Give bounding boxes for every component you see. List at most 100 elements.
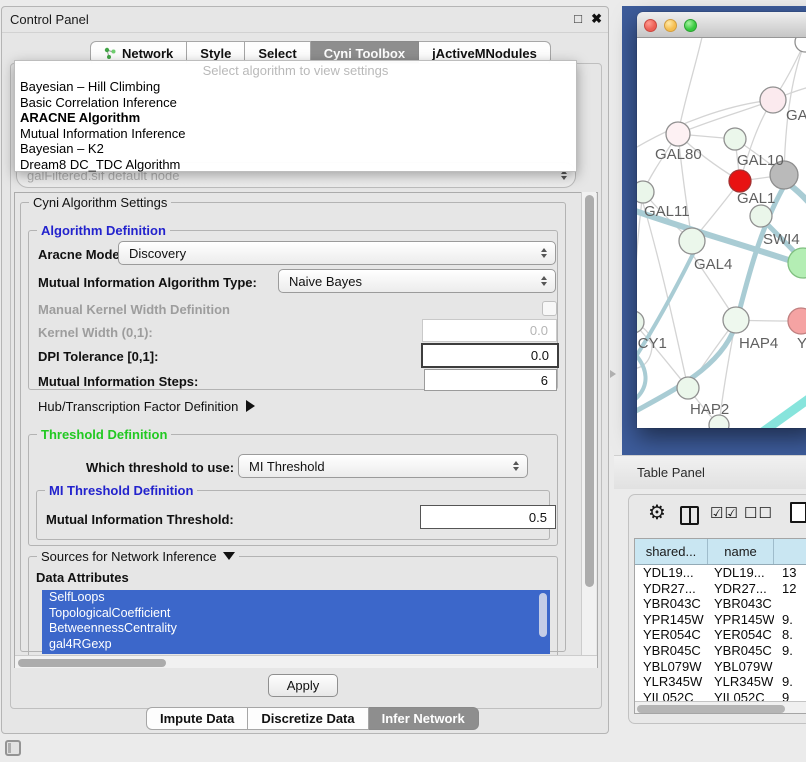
node-gal10[interactable] xyxy=(724,128,746,150)
node-gal-pink[interactable] xyxy=(760,87,786,113)
docked-panel-icon[interactable] xyxy=(5,740,21,756)
close-traffic-icon[interactable] xyxy=(644,19,657,32)
cell[interactable]: YPR145W xyxy=(635,612,708,628)
table-row[interactable]: YBR043CYBR043C xyxy=(635,596,806,612)
cell[interactable]: YDR27... xyxy=(635,581,708,597)
manual-kernel-width-checkbox[interactable] xyxy=(542,301,557,316)
mi-threshold-field[interactable]: 0.5 xyxy=(420,505,556,529)
list-scrollbar[interactable] xyxy=(539,593,547,637)
cell[interactable]: YDL19... xyxy=(708,565,774,581)
table-row[interactable]: YBR045CYBR045C9. xyxy=(635,643,806,659)
node-hap2[interactable] xyxy=(677,377,699,399)
column-header-name[interactable]: name xyxy=(708,539,774,564)
scrollbar-thumb[interactable] xyxy=(18,659,166,667)
scrollbar-thumb[interactable] xyxy=(637,705,785,713)
dpi-tolerance-field[interactable]: 0.0 xyxy=(421,343,559,368)
table-row[interactable]: YLR345WYLR345W9. xyxy=(635,674,806,690)
cell[interactable]: YBR045C xyxy=(635,643,708,659)
table-row[interactable]: YDR27...YDR27...12 xyxy=(635,581,806,597)
cell[interactable]: YIL052C xyxy=(708,690,774,701)
node-gal1-red[interactable] xyxy=(729,170,751,192)
cell[interactable]: 8. xyxy=(774,627,806,643)
which-threshold-combobox[interactable]: MI Threshold xyxy=(238,454,528,478)
cell[interactable]: YLR345W xyxy=(635,674,708,690)
cell[interactable] xyxy=(774,659,806,675)
list-item-selfloops[interactable]: SelfLoops xyxy=(42,590,550,606)
menu-item-bayesian-hill-climbing[interactable]: Bayesian – Hill Climbing xyxy=(15,79,576,95)
node-swi4[interactable] xyxy=(750,205,772,227)
node-partial-top[interactable] xyxy=(795,38,806,52)
zoom-traffic-icon[interactable] xyxy=(684,19,697,32)
mi-algorithm-type-combobox[interactable]: Naive Bayes xyxy=(278,269,556,293)
table-row[interactable]: YDL19...YDL19...13 xyxy=(635,565,806,581)
close-icon[interactable]: ✖ xyxy=(591,11,602,27)
node-gal4[interactable] xyxy=(679,228,705,254)
control-panel-title: Control Panel xyxy=(10,12,89,27)
menu-item-aracne[interactable]: ARACNE Algorithm xyxy=(15,110,576,126)
list-item-gal4rgexp[interactable]: gal4RGexp xyxy=(42,637,550,653)
table-row[interactable]: YIL052CYIL052C9 xyxy=(635,690,806,701)
select-all-icon[interactable]: ☑☑ xyxy=(710,504,739,522)
node-gcy1[interactable] xyxy=(637,311,644,333)
table-row[interactable]: YBL079WYBL079W xyxy=(635,659,806,675)
cell[interactable]: YBR043C xyxy=(635,596,708,612)
float-window-icon[interactable]: □ xyxy=(574,11,582,26)
settings-horizontal-scrollbar[interactable] xyxy=(15,655,597,668)
cell[interactable] xyxy=(774,596,806,612)
minimize-traffic-icon[interactable] xyxy=(664,19,677,32)
table-horizontal-scrollbar[interactable] xyxy=(635,701,806,714)
sources-group-title[interactable]: Sources for Network Inference xyxy=(37,549,239,564)
network-window-titlebar[interactable] xyxy=(637,12,806,38)
cell[interactable]: YBL079W xyxy=(635,659,708,675)
cell[interactable]: YIL052C xyxy=(635,690,708,701)
network-view-window[interactable]: GAL GAL80 GAL10 GAL1 GAL11 SWI4 GAL4 GCY… xyxy=(637,12,806,428)
menu-item-dream8[interactable]: Dream8 DC_TDC Algorithm xyxy=(15,157,576,173)
node-bright-green[interactable] xyxy=(788,248,806,278)
kernel-width-field[interactable]: 0.0 xyxy=(422,319,557,342)
table-row[interactable]: YER054CYER054C8. xyxy=(635,627,806,643)
cell[interactable]: YDL19... xyxy=(635,565,708,581)
aracne-mode-combobox[interactable]: Discovery xyxy=(118,241,556,265)
cell[interactable]: 9. xyxy=(774,612,806,628)
cell[interactable]: YER054C xyxy=(635,627,708,643)
tab-discretize-data[interactable]: Discretize Data xyxy=(248,707,368,730)
menu-item-mutual-information[interactable]: Mutual Information Inference xyxy=(15,126,576,142)
settings-vertical-scrollbar[interactable] xyxy=(581,192,596,655)
node-salmon[interactable] xyxy=(788,308,806,334)
data-attributes-list[interactable]: SelfLoops TopologicalCoefficient Between… xyxy=(42,590,550,654)
list-item-topologicalcoefficient[interactable]: TopologicalCoefficient xyxy=(42,606,550,622)
column-header-clipped[interactable] xyxy=(774,539,806,564)
tab-infer-network[interactable]: Infer Network xyxy=(369,707,479,730)
cell[interactable]: 9 xyxy=(774,690,806,701)
node-hap4[interactable] xyxy=(723,307,749,333)
network-canvas[interactable]: GAL GAL80 GAL10 GAL1 GAL11 SWI4 GAL4 GCY… xyxy=(637,38,806,428)
cell[interactable]: YDR27... xyxy=(708,581,774,597)
cell[interactable]: YLR345W xyxy=(708,674,774,690)
mi-steps-field[interactable]: 6 xyxy=(424,369,557,391)
cell[interactable]: YBL079W xyxy=(708,659,774,675)
deselect-all-icon[interactable]: ☐☐ xyxy=(744,504,773,522)
cell[interactable]: YER054C xyxy=(708,627,774,643)
splitter-collapse-icon[interactable] xyxy=(610,370,616,378)
list-item-betweennesscentrality[interactable]: BetweennessCentrality xyxy=(42,621,550,637)
cell[interactable]: YBR045C xyxy=(708,643,774,659)
hub-definition-toggle[interactable]: Hub/Transcription Factor Definition xyxy=(38,399,255,414)
menu-item-basic-correlation[interactable]: Basic Correlation Inference xyxy=(15,95,576,111)
cell[interactable]: 9. xyxy=(774,674,806,690)
cell[interactable]: YBR043C xyxy=(708,596,774,612)
scrollbar-thumb[interactable] xyxy=(585,195,594,587)
menu-item-bayesian-k2[interactable]: Bayesian – K2 xyxy=(15,141,576,157)
cell[interactable]: 13 xyxy=(774,565,806,581)
node-gal80[interactable] xyxy=(666,122,690,146)
cell[interactable]: 9. xyxy=(774,643,806,659)
node-gal11[interactable] xyxy=(637,181,654,203)
column-header-shared-name[interactable]: shared... xyxy=(635,539,708,564)
apply-button[interactable]: Apply xyxy=(268,674,338,697)
cell[interactable]: 12 xyxy=(774,581,806,597)
document-icon[interactable] xyxy=(790,502,806,523)
gear-icon[interactable]: ⚙ xyxy=(648,500,666,525)
cell[interactable]: YPR145W xyxy=(708,612,774,628)
tab-impute-data[interactable]: Impute Data xyxy=(146,707,248,730)
table-row[interactable]: YPR145WYPR145W9. xyxy=(635,612,806,628)
columns-icon[interactable] xyxy=(680,506,699,525)
